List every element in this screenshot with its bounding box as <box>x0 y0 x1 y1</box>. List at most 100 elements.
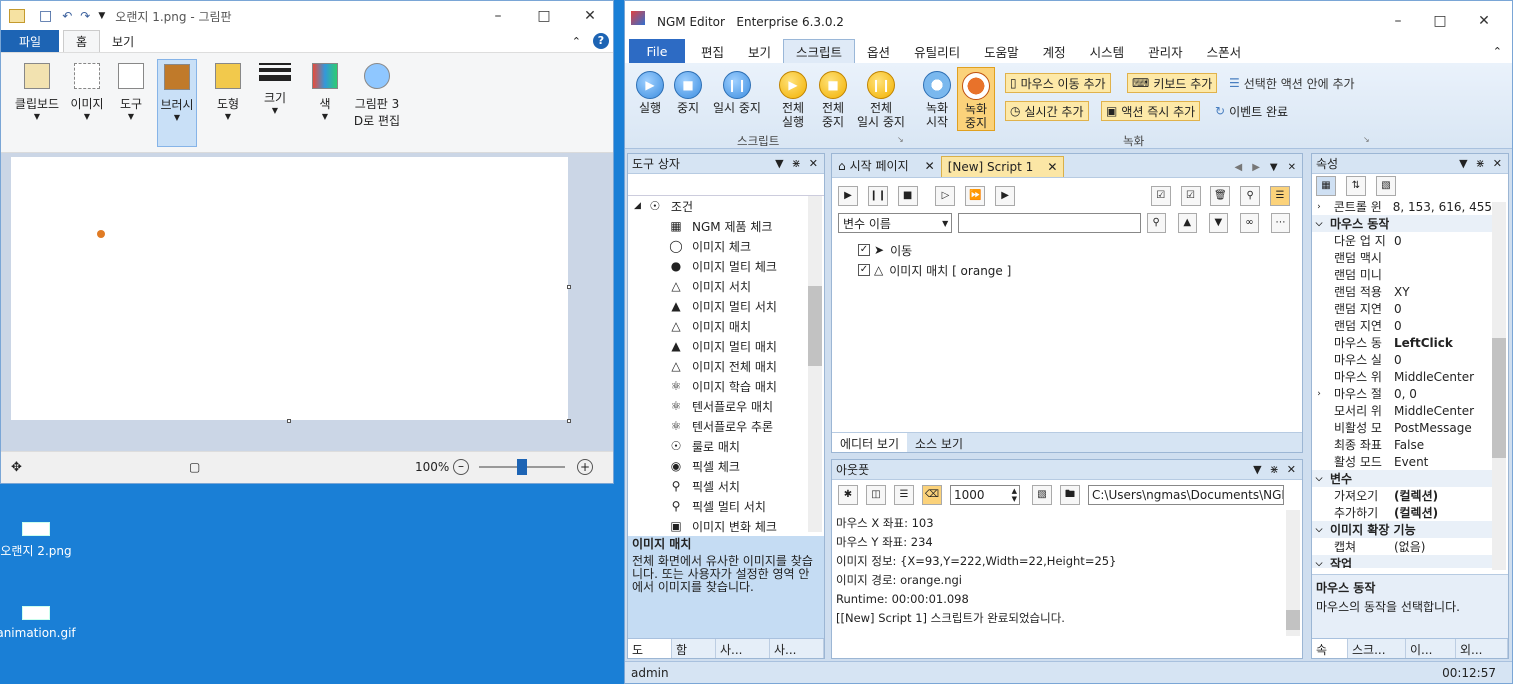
variable-select[interactable]: 변수 이름 ▼ <box>838 213 953 233</box>
add-keyboard-button[interactable]: ⌨ 키보드 추가 <box>1127 73 1218 93</box>
toolbox-item[interactable]: ⚲ 픽셀 서치 <box>634 476 824 496</box>
toolbox-item[interactable]: ▣ 이미지 변화 체크 <box>634 516 824 534</box>
tab-left-icon[interactable]: ◀ <box>1235 162 1243 173</box>
run-all-button[interactable]: ▶ 전체 실행 <box>775 71 811 129</box>
collapse-ribbon-icon[interactable]: ⌃ <box>1493 45 1502 58</box>
expander-icon[interactable]: › <box>1312 389 1326 399</box>
tab-home[interactable]: 홈 <box>63 30 101 52</box>
toolbox-item[interactable]: ● 이미지 멀티 체크 <box>634 256 824 276</box>
dropdown-icon[interactable]: ▼ <box>1253 463 1261 476</box>
toolbox-item[interactable]: ▲ 이미지 멀티 매치 <box>634 336 824 356</box>
line-count-input[interactable]: 1000 ▲ ▼ <box>950 485 1020 505</box>
toolbox-item[interactable]: ◯ 이미지 체크 <box>634 236 824 256</box>
size-group[interactable]: 크기 ▼ <box>257 59 293 147</box>
property-row[interactable]: 최종 좌표 False <box>1312 436 1492 453</box>
property-category[interactable]: ⌵ 마우스 동작 <box>1312 215 1492 232</box>
tab-external[interactable]: 외... <box>1456 639 1508 658</box>
tree-category[interactable]: ◢ ☉ 조건 <box>634 196 824 216</box>
expander-icon[interactable]: ⌵ <box>1312 525 1326 535</box>
tab-source-view[interactable]: 소스 보기 <box>907 433 971 452</box>
property-value[interactable]: Event <box>1394 455 1428 469</box>
property-value[interactable]: MiddleCenter <box>1394 370 1474 384</box>
record-start-button[interactable]: 녹화 시작 <box>919 71 955 129</box>
property-pages-icon[interactable]: ▧ <box>1376 176 1396 196</box>
desktop-icon-orange2[interactable]: 오랜지 2.png <box>0 522 76 559</box>
tab-script1[interactable]: [New] Script 1 ✕ <box>940 156 1065 177</box>
down-icon[interactable]: ▼ <box>1208 213 1228 233</box>
editor-step-over-icon[interactable]: ⏩ <box>965 186 986 206</box>
pin-icon[interactable]: ⋇ <box>1270 463 1279 476</box>
toolbox-item[interactable]: ▲ 이미지 멀티 서치 <box>634 296 824 316</box>
toolbox-item[interactable]: ◉ 픽셀 체크 <box>634 456 824 476</box>
property-value[interactable]: (컬렉션) <box>1394 487 1438 504</box>
property-row[interactable]: › 마우스 절 0, 0 <box>1312 385 1492 402</box>
property-row[interactable]: 모서리 위 MiddleCenter <box>1312 402 1492 419</box>
ngm-minimize-button[interactable]: – <box>1375 13 1421 29</box>
more-icon[interactable]: ⋯ <box>1270 213 1291 233</box>
toolbox-item[interactable]: ⚛ 텐서플로우 매치 <box>634 396 824 416</box>
property-row[interactable]: 다운 업 지 0 <box>1312 232 1492 249</box>
maximize-button[interactable]: □ <box>521 8 567 24</box>
bug-icon[interactable]: ✱ <box>838 485 858 505</box>
toolbox-item[interactable]: ⚛ 텐서플로우 추론 <box>634 416 824 436</box>
toolbox-item[interactable]: ⚛ 이미지 학습 매치 <box>634 376 824 396</box>
property-value[interactable]: PostMessage <box>1394 421 1472 435</box>
toolbox-item[interactable]: ☉ 룰로 매치 <box>634 436 824 456</box>
tab-editor-view[interactable]: 에디터 보기 <box>832 433 908 452</box>
property-value[interactable]: (없음) <box>1394 538 1425 555</box>
menu-edit[interactable]: 편집 <box>689 39 736 63</box>
clipboard-group[interactable]: 클립보드 ▼ <box>11 59 63 147</box>
redo-icon[interactable]: ↷ <box>80 9 90 23</box>
tools-group[interactable]: 도구 ▼ <box>113 59 149 147</box>
toolbox-item[interactable]: △ 이미지 서치 <box>634 276 824 296</box>
checkbox[interactable]: ✓ <box>858 244 870 256</box>
editor-step-out-icon[interactable]: ▶ <box>995 186 1016 206</box>
expander-icon[interactable]: ⌵ <box>1312 219 1326 229</box>
close-icon[interactable]: ✕ <box>1287 463 1296 476</box>
property-row[interactable]: 랜덤 지연 0 <box>1312 300 1492 317</box>
tab-toolbox[interactable]: 도 <box>628 639 672 658</box>
script-line[interactable]: ✓ ➤ 이동 <box>858 240 1276 260</box>
open-folder-icon[interactable]: 🖿 <box>1060 485 1080 505</box>
event-done-button[interactable]: ↻ 이벤트 완료 <box>1211 101 1292 121</box>
close-icon[interactable]: ✕ <box>1493 157 1502 170</box>
property-row[interactable]: 추가하기 (컬렉션) <box>1312 504 1492 521</box>
property-row[interactable]: 마우스 동 LeftClick <box>1312 334 1492 351</box>
property-category[interactable]: ⌵ 작업 <box>1312 555 1492 568</box>
menu-help[interactable]: 도움말 <box>972 39 1031 63</box>
menu-admin[interactable]: 관리자 <box>1136 39 1195 63</box>
stop-all-button[interactable]: ■ 전체 중지 <box>815 71 851 129</box>
property-value[interactable]: 0 <box>1394 302 1402 316</box>
categorized-icon[interactable]: ▦ <box>1316 176 1336 196</box>
tab-right-icon[interactable]: ▶ <box>1252 162 1260 173</box>
tab-script[interactable]: 스크... <box>1348 639 1406 658</box>
zoom-out-button[interactable]: – <box>453 459 469 475</box>
tree-view-icon[interactable]: ☰ <box>1270 186 1290 206</box>
menu-view[interactable]: 보기 <box>736 39 783 63</box>
toolbox-scrollbar[interactable] <box>808 196 822 532</box>
ngm-maximize-button[interactable]: □ <box>1417 13 1463 29</box>
tab-functions[interactable]: 함 <box>672 639 716 658</box>
quick-access-dropdown-icon[interactable]: ▼ <box>98 11 105 21</box>
resize-handle-bottom[interactable] <box>287 419 291 423</box>
property-value[interactable]: 8, 153, 616, 455 <box>1393 200 1492 214</box>
check-icon[interactable]: ☑ <box>1180 186 1201 206</box>
loop-icon[interactable]: ∞ <box>1239 213 1259 233</box>
property-value[interactable]: MiddleCenter <box>1394 404 1474 418</box>
editor-step-icon[interactable]: ▷ <box>935 186 956 206</box>
property-value[interactable]: 0 <box>1394 319 1402 333</box>
zoom-slider-thumb[interactable] <box>517 459 527 475</box>
menu-account[interactable]: 계정 <box>1031 39 1078 63</box>
drawing-canvas[interactable] <box>11 157 568 420</box>
menu-utility[interactable]: 유틸리티 <box>902 39 972 63</box>
brushes-button[interactable]: 브러시 ▼ <box>157 59 197 147</box>
property-value[interactable]: 0 <box>1394 353 1402 367</box>
property-value[interactable]: False <box>1394 438 1424 452</box>
pin-icon[interactable]: ⋇ <box>1476 157 1485 170</box>
property-row[interactable]: 마우스 위 MiddleCenter <box>1312 368 1492 385</box>
menu-options[interactable]: 옵션 <box>855 39 902 63</box>
tab-view[interactable]: 보기 <box>100 30 146 52</box>
tab-image[interactable]: 이... <box>1406 639 1456 658</box>
expander-icon[interactable]: ⌵ <box>1312 474 1326 484</box>
tab-properties[interactable]: 속 <box>1312 639 1348 658</box>
